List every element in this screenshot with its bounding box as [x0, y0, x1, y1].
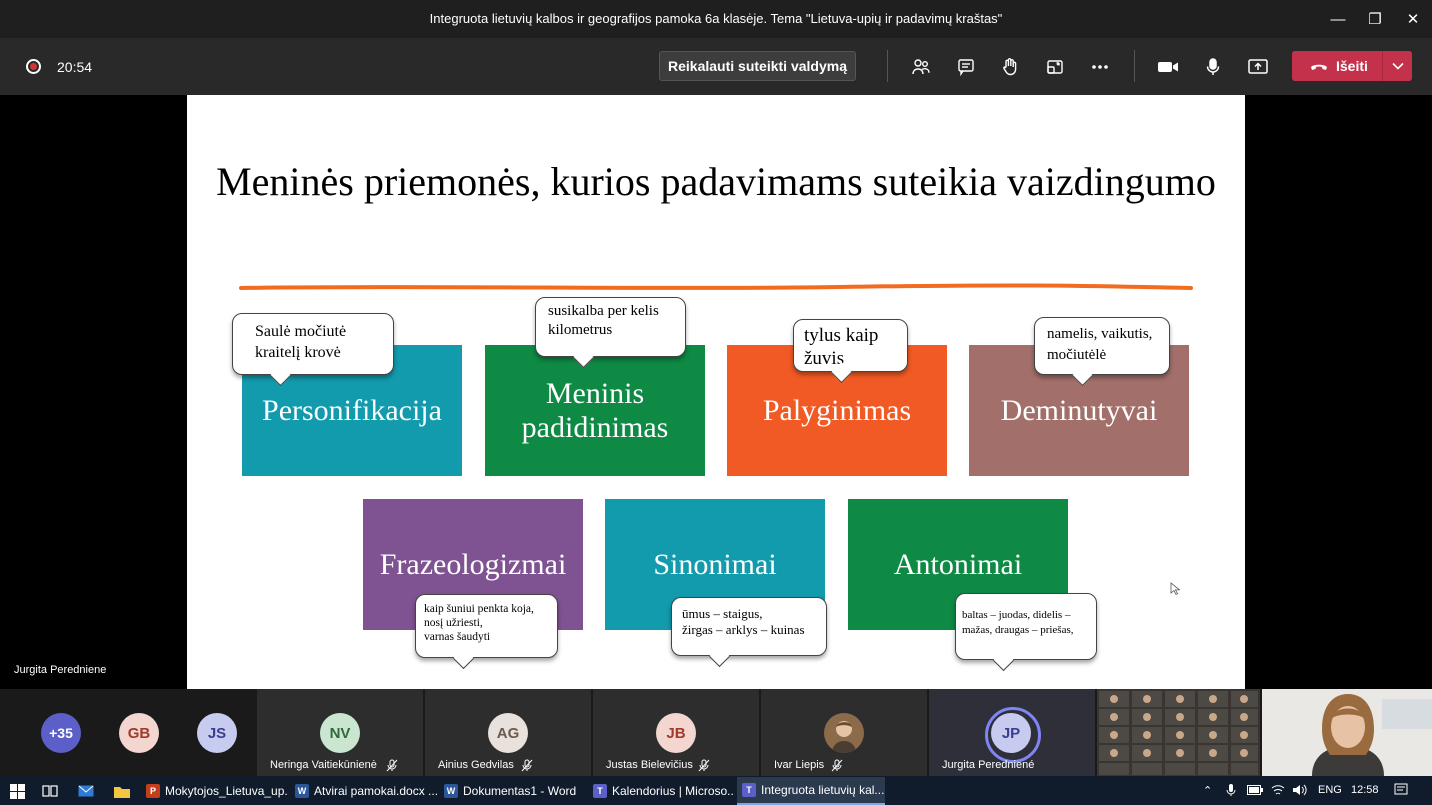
leave-options-dropdown[interactable]: [1382, 51, 1412, 81]
example-bubble: tylus kaip žuvis: [793, 319, 908, 372]
example-bubble: susikalba per kelis kilometrus: [535, 297, 686, 357]
raise-hand-icon[interactable]: [995, 52, 1025, 82]
microphone-icon[interactable]: [1198, 52, 1228, 82]
windows-logo-icon: [9, 783, 25, 799]
mail-button[interactable]: [74, 777, 98, 805]
taskbar-app-label: Dokumentas1 - Word: [463, 784, 577, 798]
toolbar-divider: [1134, 50, 1135, 82]
word-icon: W: [444, 784, 458, 798]
request-control-button[interactable]: Reikalauti suteikti valdymą: [659, 51, 856, 81]
gallery-video-thumbnail[interactable]: [1097, 689, 1260, 776]
tray-chevron-up-icon[interactable]: ⌃: [1203, 784, 1212, 797]
presentation-slide: Meninės priemonės, kurios padavimams sut…: [187, 95, 1245, 689]
chat-icon[interactable]: [951, 52, 981, 82]
slide-title: Meninės priemonės, kurios padavimams sut…: [216, 159, 1216, 204]
mic-muted-icon: [521, 759, 533, 772]
participant-name: Ainius Gedvilas: [438, 759, 514, 771]
video-grid-image: [1099, 691, 1258, 775]
camera-icon[interactable]: [1153, 52, 1183, 82]
taskbar-app-label: Kalendorius | Microso...: [612, 784, 735, 798]
taskbar-app-label: Integruota lietuvių kal...: [761, 783, 885, 797]
participant-name: Jurgita Peredniené: [942, 759, 1035, 771]
taskbar-app-teams-meeting[interactable]: T Integruota lietuvių kal...: [737, 777, 885, 805]
word-icon: W: [295, 784, 309, 798]
taskbar-app-label: Atvirai pamokai.docx ...: [314, 784, 437, 798]
presenter-name: Jurgita Peredniene: [14, 664, 107, 676]
leave-label: Išeiti: [1336, 58, 1368, 74]
task-view-button[interactable]: [38, 777, 62, 805]
task-view-icon: [42, 785, 58, 797]
mic-muted-icon: [698, 759, 710, 772]
mic-muted-icon: [386, 759, 398, 772]
volume-icon[interactable]: [1292, 783, 1308, 797]
example-bubble: kaip šuniui penkta koja, nosį užriesti, …: [415, 594, 558, 658]
term-box-meninis-padidinimas: Meninis padidinimas: [485, 345, 705, 476]
mic-muted-icon: [831, 759, 843, 772]
taskbar-app-word[interactable]: W Dokumentas1 - Word: [439, 777, 586, 805]
example-bubble: Saulė močiutė kraitelį krovė: [232, 313, 394, 375]
taskbar-app-word[interactable]: W Atvirai pamokai.docx ...: [290, 777, 437, 805]
teams-icon: T: [593, 784, 607, 798]
more-participants-button[interactable]: +35: [41, 713, 81, 753]
term-label: Sinonimai: [653, 547, 777, 581]
self-video[interactable]: [1262, 689, 1432, 776]
close-button[interactable]: ✕: [1393, 0, 1432, 38]
folder-icon: [114, 786, 130, 798]
mail-icon: [78, 785, 94, 797]
slide-underline: [239, 283, 1193, 290]
term-label: Antonimai: [893, 547, 1023, 581]
avatar: [824, 713, 864, 753]
restore-icon: ❐: [1368, 11, 1382, 28]
wifi-icon[interactable]: [1271, 783, 1285, 797]
battery-icon[interactable]: [1247, 785, 1263, 795]
language-indicator[interactable]: ENG: [1318, 784, 1342, 796]
example-bubble: namelis, vaikutis, močiutėlė: [1034, 317, 1170, 375]
term-label: Meninis padidinimas: [521, 376, 669, 444]
window-title-bar: Integruota lietuvių kalbos ir geografijo…: [0, 0, 1432, 38]
hang-up-icon: [1311, 64, 1327, 70]
minimize-icon: —: [1330, 10, 1346, 28]
participant-name: Justas Bielevičius: [606, 759, 693, 771]
term-label: Frazeologizmai: [379, 547, 567, 581]
start-button[interactable]: [5, 777, 29, 805]
notifications-icon[interactable]: [1394, 783, 1408, 797]
window-title: Integruota lietuvių kalbos ir geografijo…: [429, 11, 1003, 26]
example-bubble: baltas – juodas, didelis – mažas, drauga…: [955, 593, 1097, 660]
clock[interactable]: 12:58: [1351, 784, 1379, 796]
powerpoint-icon: P: [146, 784, 160, 798]
file-explorer-button[interactable]: [110, 777, 134, 805]
self-video-image: [1262, 689, 1432, 776]
avatar[interactable]: JS: [197, 713, 237, 753]
meeting-timer: 20:54: [57, 59, 93, 75]
share-screen-icon[interactable]: [1243, 52, 1273, 82]
tray-microphone-icon[interactable]: [1226, 783, 1236, 797]
recording-icon: [26, 59, 41, 74]
avatar: JB: [656, 713, 696, 753]
rooms-icon[interactable]: [1040, 52, 1070, 82]
taskbar-app-powerpoint[interactable]: P Mokytojos_Lietuva_up...: [141, 777, 288, 805]
example-bubble: ūmus – staigus, žirgas – arklys – kuinas: [671, 597, 827, 656]
avatar: NV: [320, 713, 360, 753]
mouse-cursor-icon: [1170, 582, 1180, 596]
taskbar-app-teams-calendar[interactable]: T Kalendorius | Microso...: [588, 777, 735, 805]
participant-name: Neringa Vaitiekūnienė: [270, 759, 377, 771]
avatar: JP: [991, 713, 1031, 753]
teams-icon: T: [742, 783, 756, 797]
chevron-down-icon: [1391, 62, 1404, 70]
toolbar-divider: [887, 50, 888, 82]
term-label: Palyginimas: [762, 393, 912, 427]
close-icon: ✕: [1406, 11, 1420, 28]
avatar[interactable]: GB: [119, 713, 159, 753]
term-label: Personifikacija: [262, 393, 442, 427]
taskbar-app-label: Mokytojos_Lietuva_up...: [165, 784, 288, 798]
profile-photo: [824, 713, 864, 753]
leave-button[interactable]: Išeiti: [1292, 51, 1382, 81]
participant-name: Ivar Liepis: [774, 759, 825, 771]
minimize-button[interactable]: —: [1318, 0, 1358, 38]
term-label: Deminutyvai: [1000, 393, 1158, 427]
avatar: AG: [488, 713, 528, 753]
more-options-icon[interactable]: [1085, 52, 1115, 82]
participants-icon[interactable]: [906, 52, 936, 82]
maximize-button[interactable]: ❐: [1355, 0, 1395, 38]
